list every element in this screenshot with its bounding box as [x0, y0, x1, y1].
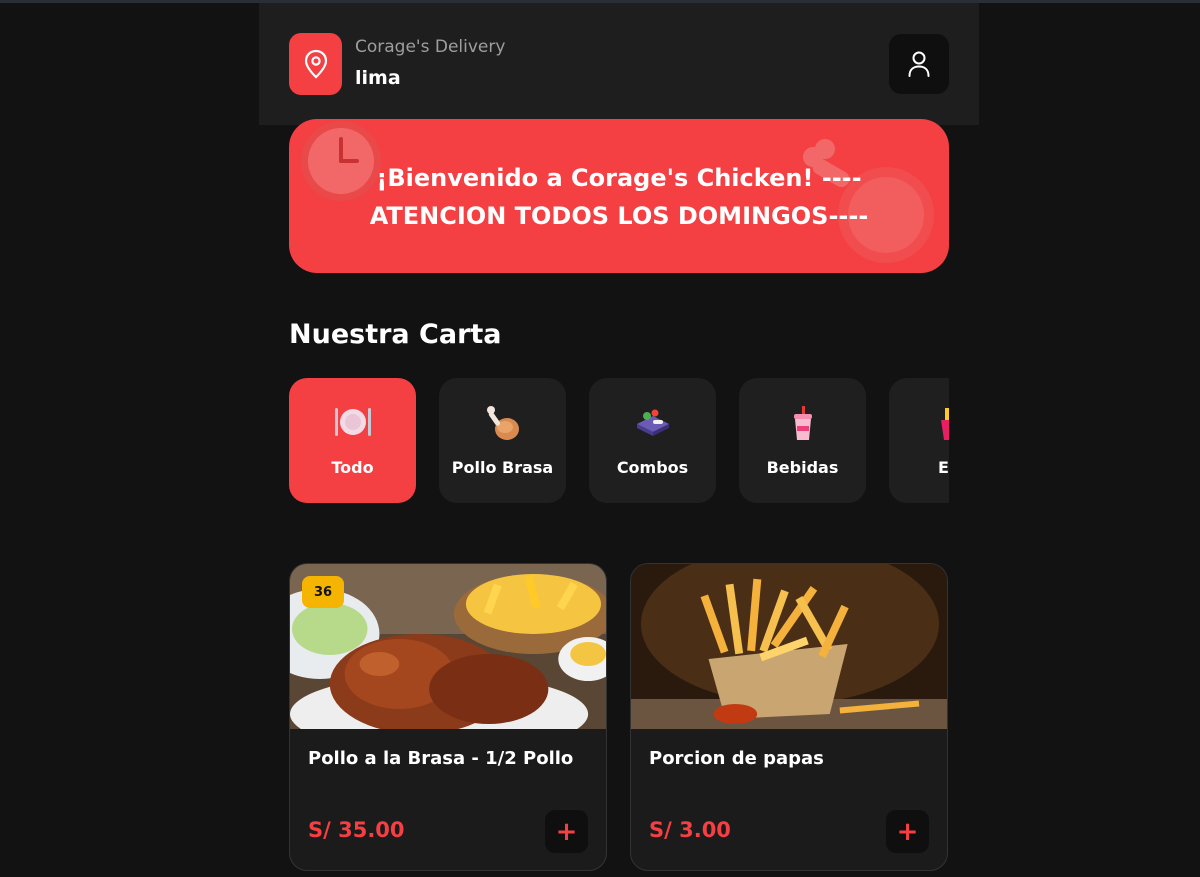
- category-label: Todo: [331, 458, 374, 477]
- category-label: Ext: [938, 458, 949, 477]
- delivery-city[interactable]: lima: [355, 67, 401, 89]
- add-to-cart-button[interactable]: +: [545, 810, 588, 853]
- banner-message: ¡Bienvenido a Corage's Chicken! ---- ATE…: [329, 159, 909, 235]
- add-to-cart-button[interactable]: +: [886, 810, 929, 853]
- fries-icon: [940, 408, 949, 440]
- category-extras[interactable]: Ext: [889, 378, 949, 503]
- app-header: Corage's Delivery lima: [259, 3, 979, 125]
- category-label: Bebidas: [766, 458, 839, 477]
- category-pollo-brasa[interactable]: Pollo Brasa: [439, 378, 566, 503]
- category-bebidas[interactable]: Bebidas: [739, 378, 866, 503]
- profile-button[interactable]: [889, 34, 949, 94]
- discount-badge: 36: [302, 576, 344, 608]
- menu-title: Nuestra Carta: [289, 319, 502, 350]
- app-container: Corage's Delivery lima ¡Bienvenido a Cor…: [259, 3, 979, 877]
- welcome-banner: ¡Bienvenido a Corage's Chicken! ---- ATE…: [289, 119, 949, 273]
- product-card[interactable]: 36 Pollo a la Brasa - 1/2 Pollo S/ 35.00…: [289, 563, 607, 871]
- chicken-leg-icon: [486, 406, 519, 440]
- drink-cup-icon: [793, 406, 812, 440]
- banner-line-2: ATENCION TODOS LOS DOMINGOS----: [369, 202, 869, 230]
- brand-name: Corage's Delivery: [355, 37, 506, 57]
- plate-icon: [334, 408, 371, 436]
- french-fries-photo: [631, 564, 947, 729]
- product-card[interactable]: Porcion de papas S/ 3.00 +: [630, 563, 948, 871]
- product-name: Porcion de papas: [649, 748, 824, 769]
- product-price: S/ 35.00: [308, 818, 405, 842]
- product-name: Pollo a la Brasa - 1/2 Pollo: [308, 748, 574, 769]
- category-label: Combos: [616, 458, 689, 477]
- user-icon: [908, 51, 930, 77]
- location-button[interactable]: [289, 33, 342, 95]
- plus-icon: +: [896, 816, 919, 847]
- category-todo[interactable]: Todo: [289, 378, 416, 503]
- banner-line-1: ¡Bienvenido a Corage's Chicken! ----: [376, 164, 862, 192]
- category-combos[interactable]: Combos: [589, 378, 716, 503]
- map-pin-icon: [304, 49, 327, 79]
- category-list[interactable]: Todo Pollo Brasa Combos Bebidas E: [289, 378, 949, 504]
- category-label: Pollo Brasa: [451, 458, 554, 477]
- product-price: S/ 3.00: [649, 818, 731, 842]
- bento-box-icon: [636, 409, 669, 436]
- plus-icon: +: [555, 816, 578, 847]
